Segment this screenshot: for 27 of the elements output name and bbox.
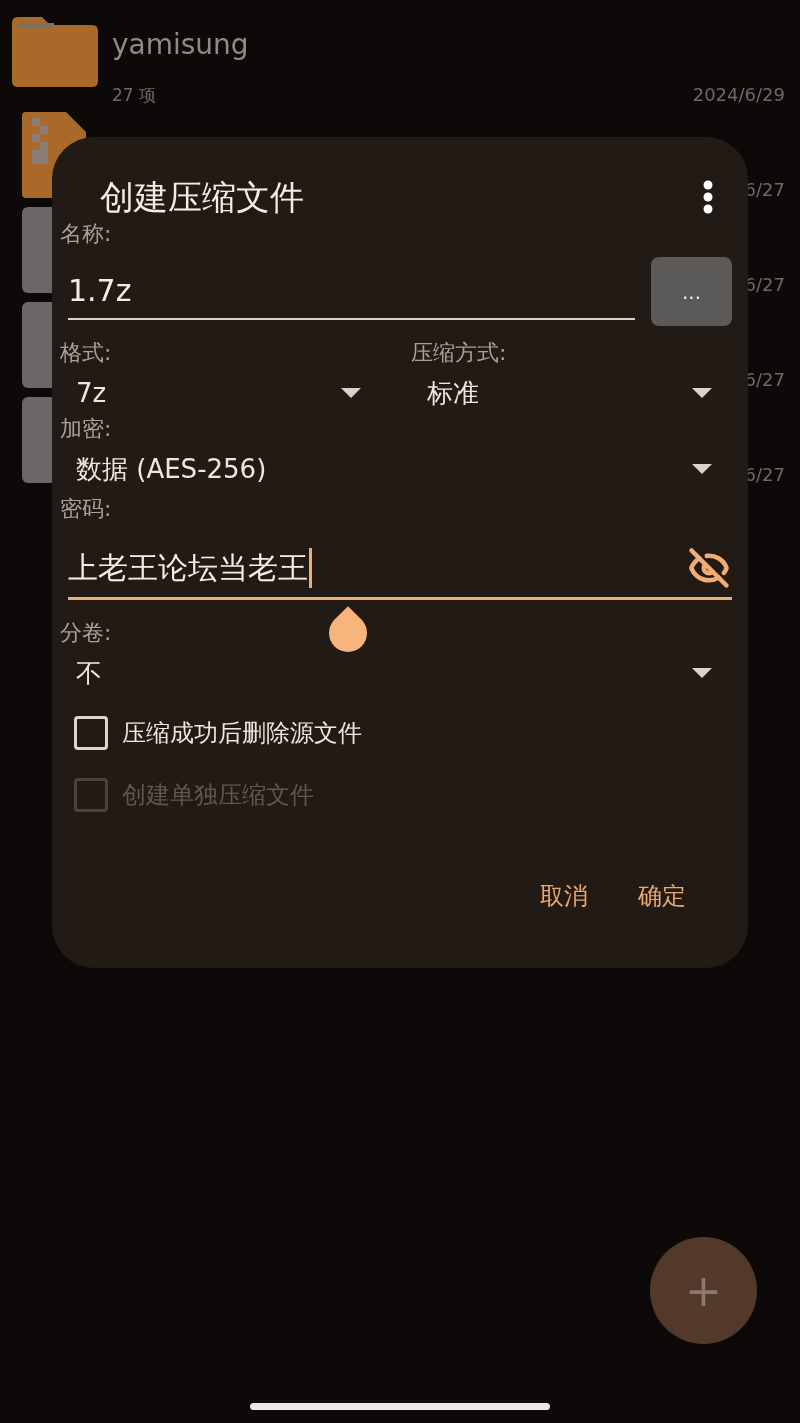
password-field[interactable]: 上老王论坛当老王 bbox=[68, 538, 732, 600]
dropdown-caret-icon bbox=[692, 388, 712, 398]
modified-date: 2024/6/29 bbox=[692, 83, 785, 107]
checkbox-option[interactable]: 压缩成功后删除源文件 bbox=[74, 702, 732, 764]
encryption-dropdown[interactable]: 数据 (AES-256) bbox=[60, 444, 732, 494]
split-dropdown[interactable]: 不 bbox=[60, 648, 732, 698]
field-label: 加密: bbox=[60, 415, 112, 443]
visibility-off-icon bbox=[688, 546, 730, 589]
dialog-title: 创建压缩文件 bbox=[100, 176, 304, 219]
name-field[interactable]: 1.7z bbox=[68, 263, 635, 320]
more-icon bbox=[703, 180, 713, 214]
dialog-action-button[interactable]: 取消 bbox=[526, 868, 602, 924]
field-label: 名称: bbox=[60, 220, 112, 248]
dialog-action-button[interactable]: 确定 bbox=[624, 868, 700, 924]
folder-name: yamisung bbox=[112, 27, 250, 63]
field-label: 压缩方式: bbox=[411, 339, 507, 367]
field-label: 格式: bbox=[60, 339, 112, 367]
dropdown-caret-icon bbox=[341, 388, 361, 398]
field-label: 密码: bbox=[60, 495, 112, 523]
method-dropdown[interactable]: 标准 bbox=[411, 368, 732, 418]
format-dropdown[interactable]: 7z bbox=[60, 368, 381, 418]
item-count: 27 项 bbox=[112, 83, 157, 107]
browse-button[interactable]: ... bbox=[651, 257, 732, 326]
folder-icon bbox=[12, 17, 98, 87]
dropdown-caret-icon bbox=[692, 668, 712, 678]
field-label: 分卷: bbox=[60, 619, 112, 647]
dropdown-caret-icon bbox=[692, 464, 712, 474]
